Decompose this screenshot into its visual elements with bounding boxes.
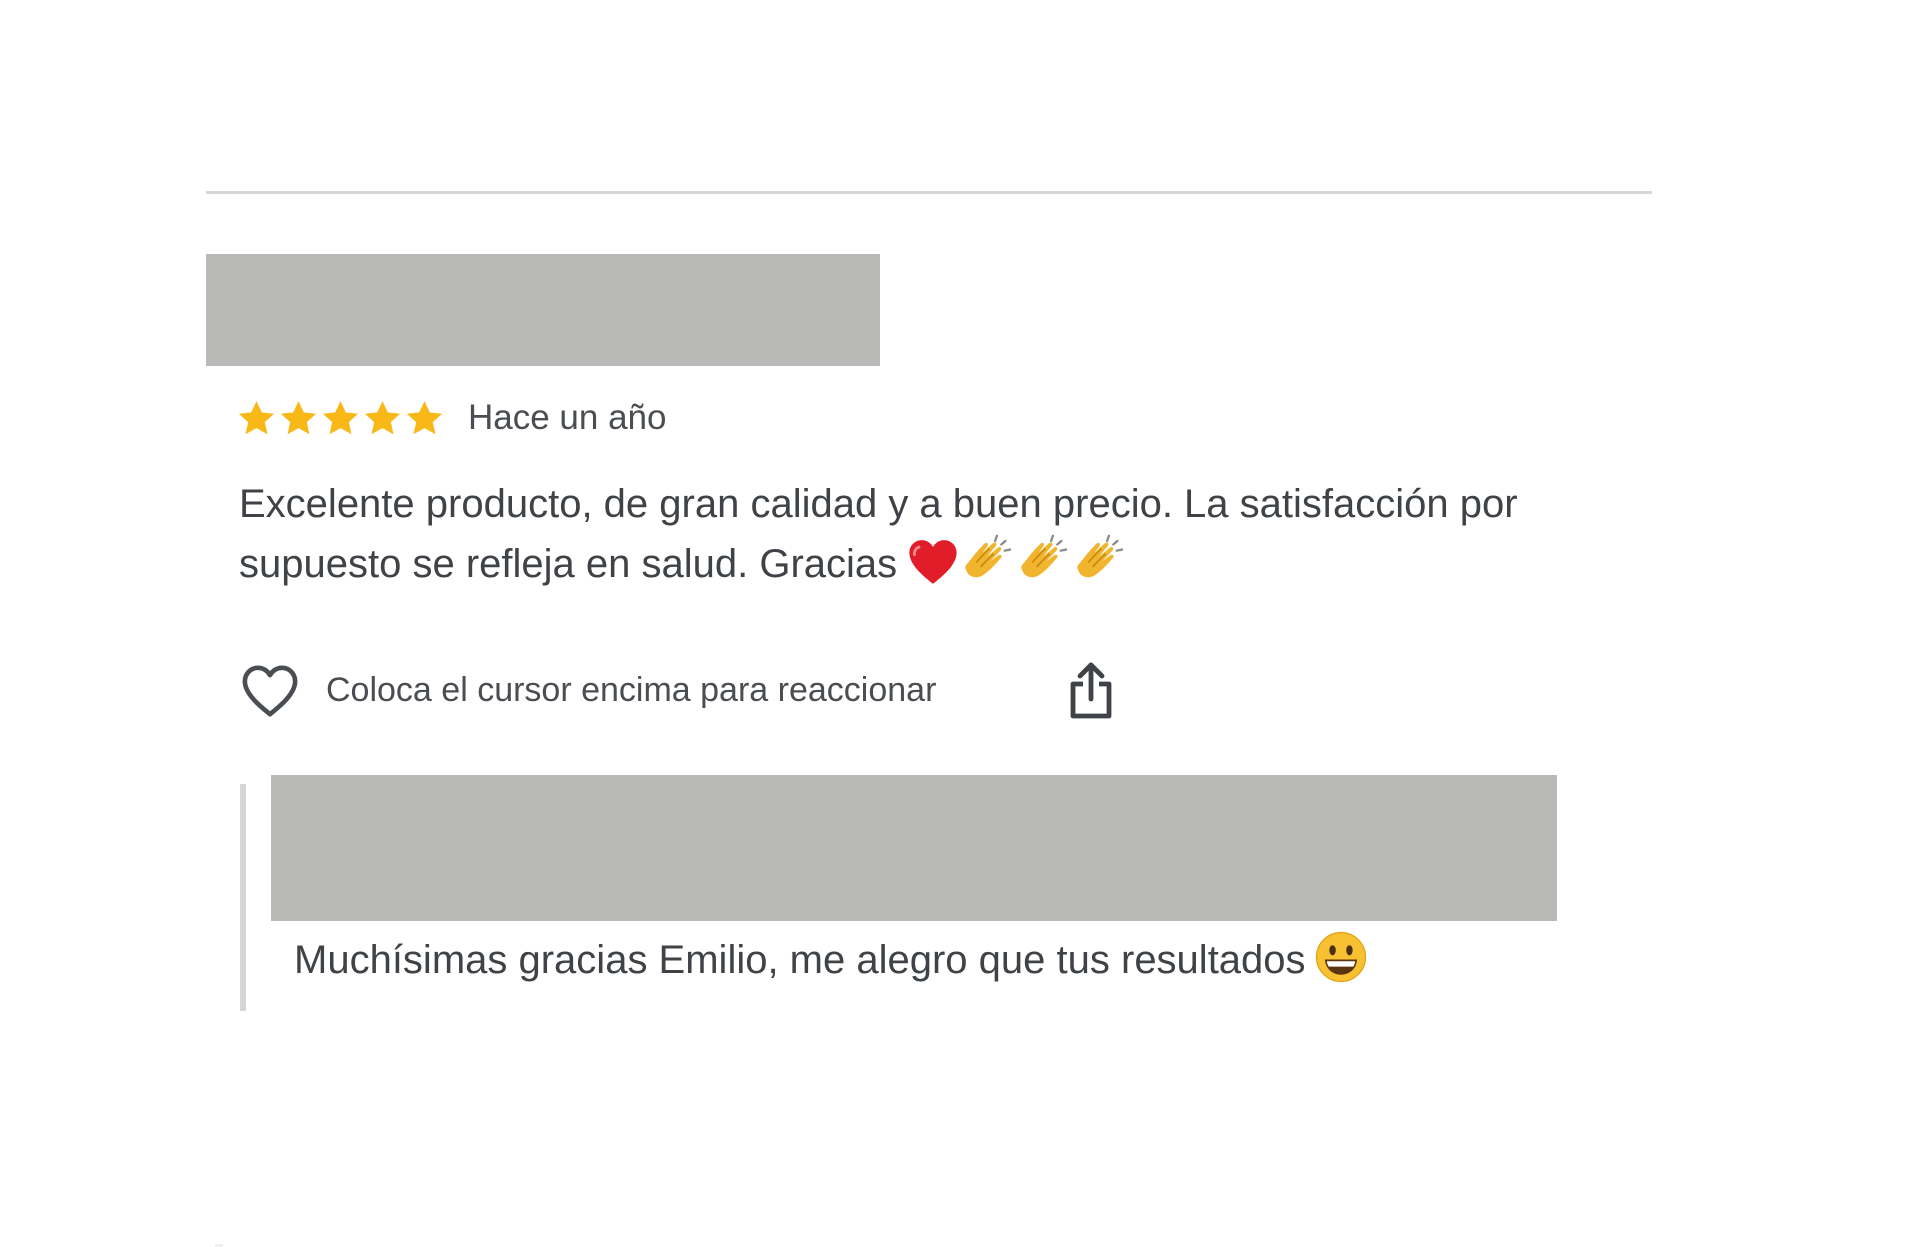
star-icon bbox=[322, 400, 359, 434]
share-icon bbox=[1070, 662, 1112, 719]
top-divider bbox=[206, 191, 1652, 194]
star-icon bbox=[364, 400, 401, 434]
review-body: Excelente producto, de gran calidad y a … bbox=[239, 482, 1518, 586]
red-heart-emoji bbox=[909, 540, 957, 585]
review-emojis bbox=[905, 534, 1129, 590]
react-hint-label: Coloca el cursor encima para reaccionar bbox=[326, 670, 937, 709]
rating-row: Hace un año bbox=[236, 392, 666, 444]
clapping-hands-emoji bbox=[1077, 535, 1124, 578]
star-rating bbox=[236, 398, 446, 439]
star-icon bbox=[406, 400, 443, 434]
heart-outline-icon bbox=[242, 665, 298, 717]
clapping-hands-emoji bbox=[1021, 535, 1068, 578]
react-button[interactable] bbox=[238, 658, 302, 722]
reply-indent-bar bbox=[240, 784, 246, 1011]
review-actions: Coloca el cursor encima para reaccionar bbox=[238, 657, 1112, 723]
redacted-reply-header bbox=[271, 775, 1557, 921]
clapping-hands-emoji bbox=[965, 535, 1012, 578]
reply-body: Muchísimas gracias Emilio, me alegro que… bbox=[294, 938, 1306, 982]
star-icon bbox=[280, 400, 317, 434]
reply-text: Muchísimas gracias Emilio, me alegro que… bbox=[294, 930, 1368, 990]
seller-reply: Muchísimas gracias Emilio, me alegro que… bbox=[240, 775, 1600, 1011]
share-button[interactable] bbox=[1065, 661, 1117, 721]
review-date: Hace un año bbox=[468, 398, 667, 437]
review-text: Excelente producto, de gran calidad y a … bbox=[239, 474, 1659, 594]
star-icon bbox=[238, 400, 275, 434]
grinning-face-emoji bbox=[1315, 932, 1366, 983]
redacted-reviewer-name bbox=[206, 254, 880, 366]
